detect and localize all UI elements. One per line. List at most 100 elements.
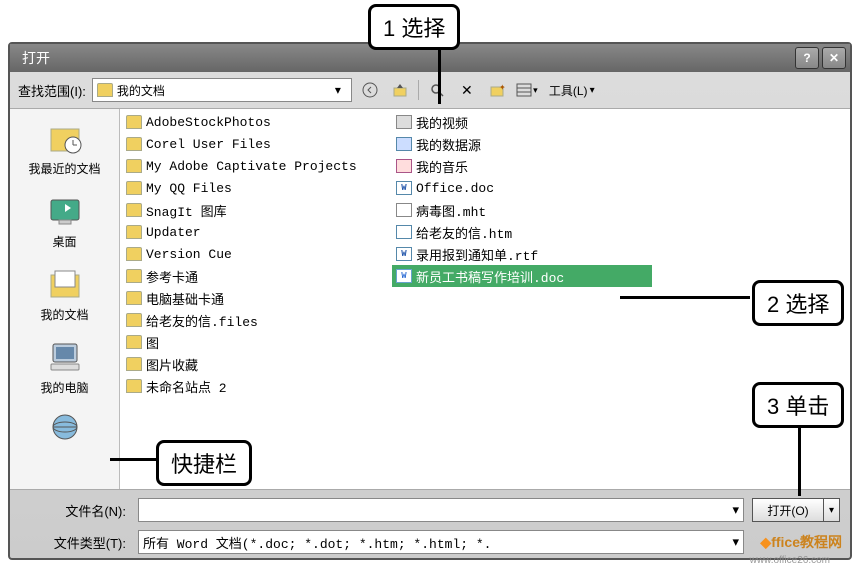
callout-3-line — [798, 420, 801, 496]
callout-3: 3 单击 — [752, 382, 844, 428]
search-button[interactable] — [425, 79, 449, 101]
htm-icon — [396, 225, 412, 239]
lookin-label: 查找范围(I): — [18, 81, 86, 100]
callout-quickbar: 快捷栏 — [156, 440, 252, 486]
recent-icon — [44, 120, 86, 156]
file-name: AdobeStockPhotos — [146, 115, 271, 130]
file-item[interactable]: 病毒图.mht — [392, 199, 652, 221]
doc-icon — [396, 181, 412, 195]
filename-label: 文件名(N): — [20, 501, 130, 520]
file-name: Corel User Files — [146, 137, 271, 152]
file-item[interactable]: 未命名站点 2 — [122, 375, 392, 397]
folder-icon — [126, 159, 142, 173]
video-icon — [396, 115, 412, 129]
file-name: 电脑基础卡通 — [146, 289, 224, 308]
help-button[interactable]: ? — [795, 47, 819, 69]
svg-text:✦: ✦ — [499, 83, 505, 92]
file-item[interactable]: 参考卡通 — [122, 265, 392, 287]
file-item[interactable]: 新员工书稿写作培训.doc — [392, 265, 652, 287]
place-network[interactable] — [17, 405, 112, 459]
file-name: 给老友的信.files — [146, 311, 258, 330]
close-button[interactable]: ✕ — [822, 47, 846, 69]
folder-icon — [126, 225, 142, 239]
folder-icon — [126, 137, 142, 151]
folder-icon — [126, 269, 142, 283]
open-button[interactable]: 打开(O) — [752, 498, 824, 522]
folder-icon — [126, 379, 142, 393]
doc-icon — [396, 269, 412, 283]
file-name: 病毒图.mht — [416, 201, 486, 220]
file-name: 给老友的信.htm — [416, 223, 512, 242]
callout-quickbar-line — [110, 458, 156, 461]
file-name: SnagIt 图库 — [146, 201, 227, 220]
file-list[interactable]: AdobeStockPhotos Corel User Files My Adobe… — [120, 109, 850, 489]
chevron-down-icon: ▾ — [590, 85, 595, 96]
mycomputer-icon — [44, 339, 86, 375]
chevron-down-icon[interactable]: ▾ — [732, 535, 739, 550]
file-item[interactable]: Corel User Files — [122, 133, 392, 155]
lookin-combo[interactable]: 我的文档 ▾ — [92, 78, 352, 102]
separator — [418, 80, 419, 100]
new-folder-button[interactable]: ✦ — [485, 79, 509, 101]
file-item[interactable]: 图片收藏 — [122, 353, 392, 375]
folder-icon — [126, 313, 142, 327]
file-item[interactable]: My QQ Files — [122, 177, 392, 199]
file-item[interactable]: My Adobe Captivate Projects — [122, 155, 392, 177]
chevron-down-icon[interactable]: ▾ — [732, 503, 739, 518]
views-button[interactable]: ▾ — [515, 79, 539, 101]
file-name: 参考卡通 — [146, 267, 198, 286]
body-area: 我最近的文档 桌面 我的文档 我的电脑 — [10, 109, 850, 489]
file-item[interactable]: 我的数据源 — [392, 133, 652, 155]
file-name: Version Cue — [146, 247, 232, 262]
file-item[interactable]: 录用报到通知单.rtf — [392, 243, 652, 265]
folder-icon — [126, 291, 142, 305]
chevron-down-icon[interactable]: ▾ — [329, 83, 347, 97]
folder-icon — [126, 247, 142, 261]
file-item[interactable]: 电脑基础卡通 — [122, 287, 392, 309]
callout-2-line — [620, 296, 750, 299]
file-item[interactable]: SnagIt 图库 — [122, 199, 392, 221]
file-item[interactable]: Version Cue — [122, 243, 392, 265]
file-name: 录用报到通知单.rtf — [416, 245, 538, 264]
file-name: 我的视频 — [416, 113, 468, 132]
file-item[interactable]: AdobeStockPhotos — [122, 111, 392, 133]
db-icon — [396, 137, 412, 151]
filename-input[interactable]: ▾ — [138, 498, 744, 522]
file-name: My Adobe Captivate Projects — [146, 159, 357, 174]
open-dropdown[interactable]: ▾ — [824, 498, 840, 522]
back-button[interactable] — [358, 79, 382, 101]
tools-dropdown[interactable]: 工具(L) ▾ — [545, 82, 599, 99]
file-name: 图 — [146, 333, 159, 352]
filetype-combo[interactable]: 所有 Word 文档(*.doc; *.dot; *.htm; *.html; … — [138, 530, 744, 554]
doc-icon — [396, 247, 412, 261]
file-item[interactable]: 给老友的信.files — [122, 309, 392, 331]
up-one-level-button[interactable] — [388, 79, 412, 101]
callout-2: 2 选择 — [752, 280, 844, 326]
music-icon — [396, 159, 412, 173]
bottom-area: 文件名(N): ▾ 打开(O) ▾ 文件类型(T): 所有 Word 文档(*.… — [10, 489, 850, 562]
file-item[interactable]: 给老友的信.htm — [392, 221, 652, 243]
place-mydocs[interactable]: 我的文档 — [17, 259, 112, 330]
file-name: 新员工书稿写作培训.doc — [416, 267, 564, 286]
file-item[interactable]: Updater — [122, 221, 392, 243]
file-item[interactable]: 我的视频 — [392, 111, 652, 133]
mht-icon — [396, 203, 412, 217]
places-bar: 我最近的文档 桌面 我的文档 我的电脑 — [10, 109, 120, 489]
place-desktop[interactable]: 桌面 — [17, 186, 112, 257]
open-dialog: 打开 ? ✕ 查找范围(I): 我的文档 ▾ ✕ ✦ ▾ 工具(L) ▾ — [8, 42, 852, 560]
file-item[interactable]: 图 — [122, 331, 392, 353]
watermark: ◆ffice教程网 — [760, 532, 842, 552]
folder-icon — [126, 203, 142, 217]
callout-1-line — [438, 42, 441, 104]
file-name: 图片收藏 — [146, 355, 198, 374]
folder-icon — [126, 335, 142, 349]
place-mycomputer[interactable]: 我的电脑 — [17, 332, 112, 403]
file-name: My QQ Files — [146, 181, 232, 196]
filetype-label: 文件类型(T): — [20, 533, 130, 552]
file-name: Office.doc — [416, 181, 494, 196]
place-recent[interactable]: 我最近的文档 — [17, 113, 112, 184]
file-item[interactable]: Office.doc — [392, 177, 652, 199]
mydocs-icon — [44, 266, 86, 302]
file-item[interactable]: 我的音乐 — [392, 155, 652, 177]
delete-button[interactable]: ✕ — [455, 79, 479, 101]
